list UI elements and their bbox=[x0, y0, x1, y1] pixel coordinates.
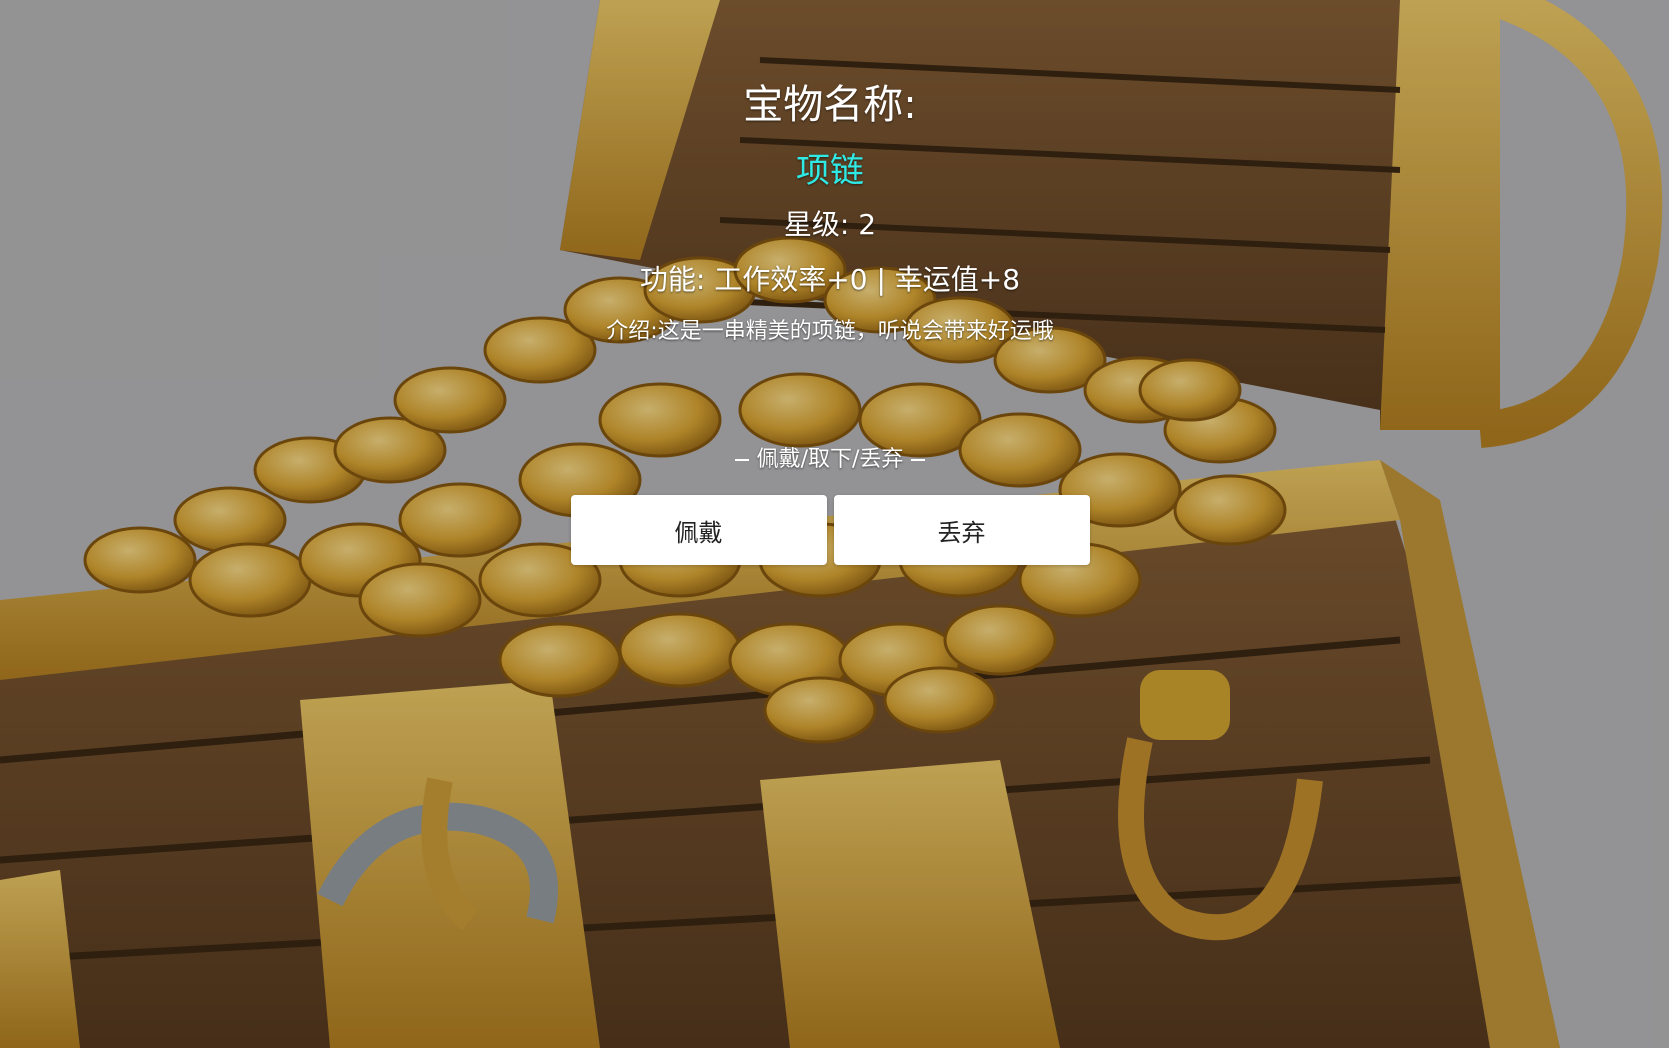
function-value: 工作效率+0 | 幸运值+8 bbox=[714, 263, 1021, 296]
intro-text: 这是一串精美的项链，听说会带来好运哦 bbox=[657, 319, 1054, 344]
actions-divider: 佩戴/取下/丢弃 bbox=[530, 445, 1130, 495]
action-buttons: 佩戴 丢弃 bbox=[530, 495, 1130, 565]
star-level-label: 星级: bbox=[783, 208, 850, 241]
treasure-name: 项链 bbox=[796, 151, 864, 191]
function-label: 功能: bbox=[639, 263, 706, 296]
treasure-detail-panel: 宝物名称: 项链 星级: 2 功能: 工作效率+0 | 幸运值+8 介绍:这是一… bbox=[530, 75, 1130, 565]
treasure-star-level: 星级: 2 bbox=[530, 205, 1130, 260]
treasure-intro: 介绍:这是一串精美的项链，听说会带来好运哦 bbox=[530, 315, 1130, 445]
discard-button[interactable]: 丢弃 bbox=[833, 495, 1090, 565]
star-level-value: 2 bbox=[858, 208, 877, 241]
divider-dash-right bbox=[911, 459, 926, 461]
intro-label: 介绍: bbox=[606, 319, 658, 344]
treasure-name-label: 宝物名称: bbox=[743, 82, 917, 128]
divider-dash-left bbox=[734, 459, 749, 461]
treasure-detail-screen: 宝物名称: 项链 星级: 2 功能: 工作效率+0 | 幸运值+8 介绍:这是一… bbox=[0, 0, 1669, 1048]
treasure-function: 功能: 工作效率+0 | 幸运值+8 bbox=[530, 260, 1130, 315]
actions-divider-text: 佩戴/取下/丢弃 bbox=[756, 447, 904, 472]
wear-button[interactable]: 佩戴 bbox=[570, 495, 827, 565]
